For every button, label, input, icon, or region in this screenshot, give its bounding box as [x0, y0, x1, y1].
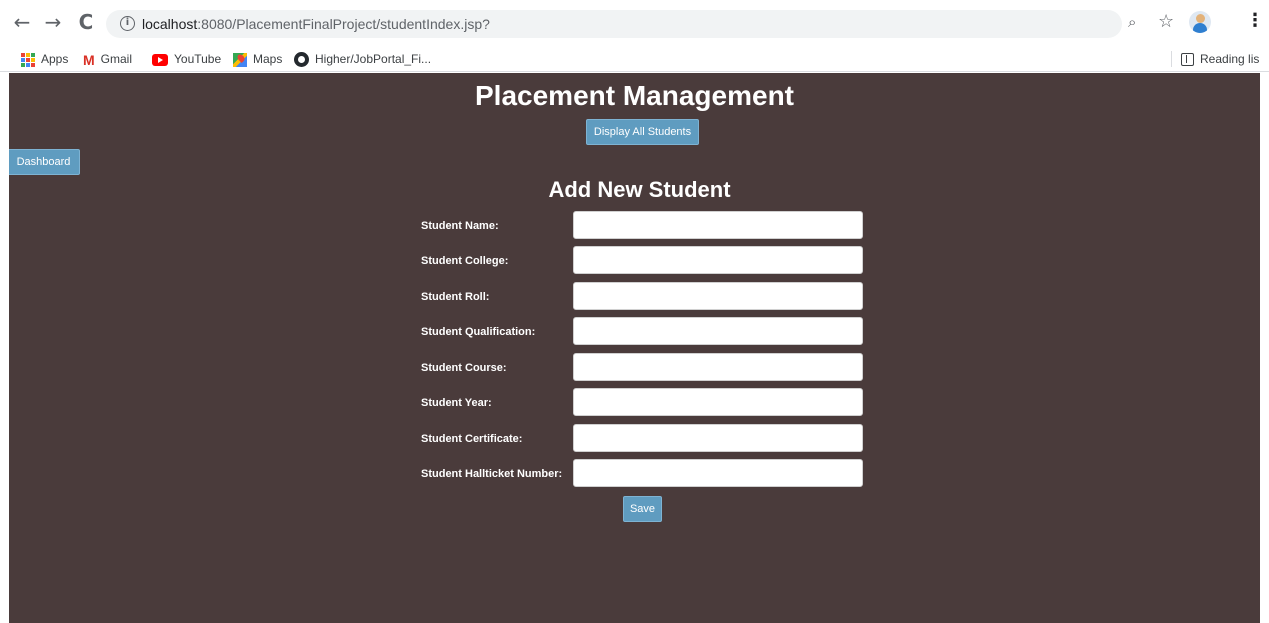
forward-arrow-icon[interactable]: → [43, 12, 63, 32]
student-certificate-input[interactable] [573, 424, 863, 452]
browser-toolbar: ← → C i localhost:8080/PlacementFinalPro… [0, 0, 1269, 45]
bookmark-label: Higher/JobPortal_Fi... [315, 52, 432, 66]
bookmark-gmail[interactable]: M Gmail [83, 50, 132, 68]
zoom-icon[interactable]: ⌕ [1128, 13, 1136, 31]
github-icon [294, 52, 309, 68]
apps-grid-icon [21, 52, 35, 67]
divider [1171, 51, 1172, 67]
reading-list-label: Reading lis [1200, 52, 1260, 66]
student-qualification-input[interactable] [573, 317, 863, 345]
page-content: Placement Management Display All Student… [9, 73, 1260, 623]
bookmark-label: Gmail [100, 52, 133, 66]
student-name-input[interactable] [573, 211, 863, 239]
info-icon[interactable]: i [120, 16, 135, 31]
url-host: localhost [142, 16, 198, 32]
bookmark-label: YouTube [174, 52, 222, 66]
bookmark-apps[interactable]: Apps [21, 50, 68, 68]
student-roll-input[interactable] [573, 282, 863, 310]
browser-menu-icon[interactable]: ⋮ [1246, 10, 1264, 31]
form-title: Add New Student [548, 177, 731, 202]
address-bar[interactable]: i localhost:8080/PlacementFinalProject/s… [106, 10, 1122, 38]
bookmark-label: Apps [41, 52, 69, 66]
reading-list-button[interactable]: Reading lis [1181, 50, 1259, 68]
student-hallticket-input[interactable] [573, 459, 863, 487]
save-button[interactable]: Save [623, 496, 662, 522]
url-text[interactable]: localhost:8080/PlacementFinalProject/stu… [142, 16, 490, 32]
bookmark-jobportal[interactable]: Higher/JobPortal_Fi... [294, 50, 431, 68]
student-year-label: Student Year: [421, 397, 492, 409]
student-course-label: Student Course: [421, 362, 507, 374]
back-arrow-icon[interactable]: ← [12, 12, 32, 32]
student-college-label: Student College: [421, 255, 509, 267]
youtube-icon [152, 53, 168, 66]
maps-icon [233, 52, 247, 67]
bookmark-label: Maps [253, 52, 283, 66]
student-course-input[interactable] [573, 353, 863, 381]
bookmarks-bar: Apps M Gmail YouTube Maps Higher/JobPorta… [0, 45, 1269, 72]
url-path: :8080/PlacementFinalProject/studentIndex… [197, 16, 490, 32]
profile-avatar-icon[interactable] [1189, 11, 1211, 33]
bookmark-star-icon[interactable]: ☆ [1158, 11, 1174, 32]
reload-icon[interactable]: C [76, 12, 96, 32]
student-hallticket-label: Student Hallticket Number: [421, 468, 563, 480]
student-qualification-label: Student Qualification: [421, 326, 536, 338]
reading-list-icon [1181, 53, 1194, 67]
bookmark-maps[interactable]: Maps [233, 50, 282, 68]
dashboard-button[interactable]: Dashboard [9, 149, 80, 175]
gmail-icon: M [83, 51, 95, 68]
student-year-input[interactable] [573, 388, 863, 416]
student-certificate-label: Student Certificate: [421, 433, 523, 445]
student-name-label: Student Name: [421, 220, 499, 232]
display-all-students-button[interactable]: Display All Students [586, 119, 699, 145]
bookmark-youtube[interactable]: YouTube [152, 50, 221, 68]
page-title: Placement Management [475, 80, 794, 111]
student-college-input[interactable] [573, 246, 863, 274]
student-roll-label: Student Roll: [421, 291, 490, 303]
